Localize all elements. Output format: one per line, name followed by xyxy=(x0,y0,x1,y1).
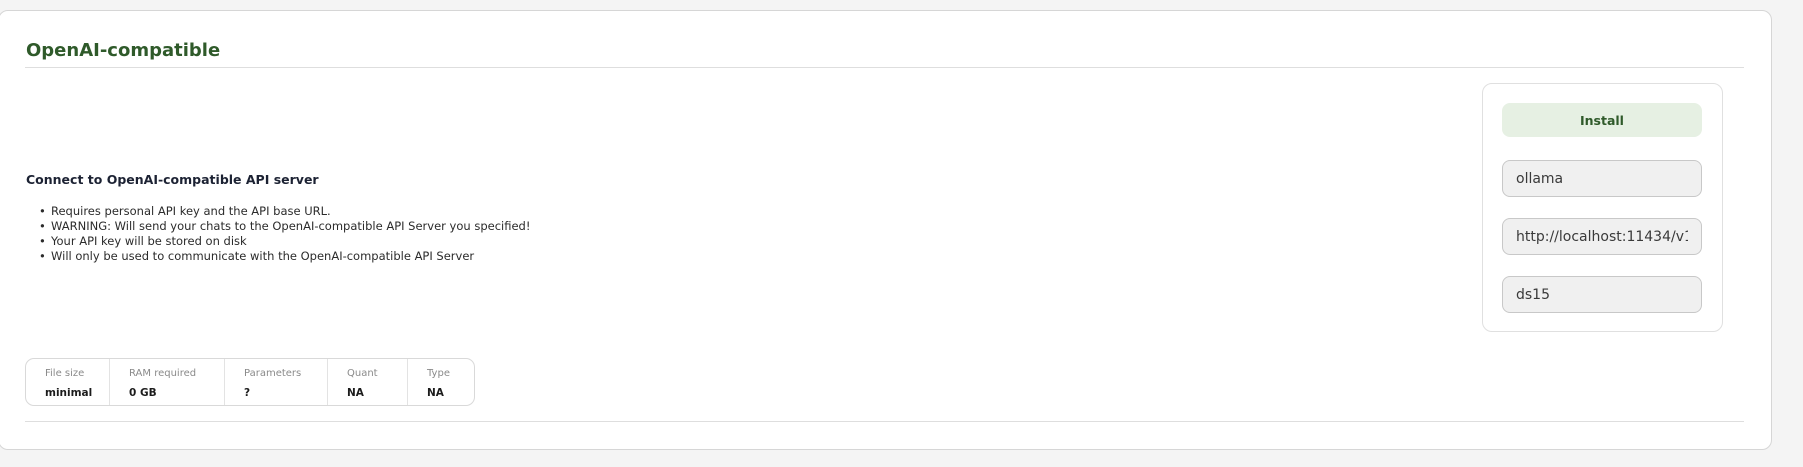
spec-label: Parameters xyxy=(244,368,302,379)
install-button[interactable]: Install xyxy=(1502,103,1702,137)
description-item: WARNING: Will send your chats to the Ope… xyxy=(39,219,530,234)
spec-value: 0 GB xyxy=(129,387,157,399)
title-divider xyxy=(25,67,1744,68)
install-panel: Install xyxy=(1482,83,1723,332)
description-list: Requires personal API key and the API ba… xyxy=(39,204,530,264)
spec-label: Quant xyxy=(347,368,378,379)
spec-label: Type xyxy=(427,368,450,379)
description-item: Your API key will be stored on disk xyxy=(39,234,530,249)
description-item: Requires personal API key and the API ba… xyxy=(39,204,530,219)
bottom-divider xyxy=(25,421,1744,422)
spec-type: Type NA xyxy=(408,359,474,405)
model-specs-table: File size minimal RAM required 0 GB Para… xyxy=(25,358,475,406)
spec-file-size: File size minimal xyxy=(26,359,110,405)
model-card: OpenAI-compatible Connect to OpenAI-comp… xyxy=(0,10,1772,450)
spec-value: minimal xyxy=(45,387,93,399)
base-url-field[interactable] xyxy=(1502,218,1702,255)
spec-ram-required: RAM required 0 GB xyxy=(110,359,225,405)
spec-parameters: Parameters ? xyxy=(225,359,328,405)
spec-label: File size xyxy=(45,368,85,379)
description-item: Will only be used to communicate with th… xyxy=(39,249,530,264)
spec-value: NA xyxy=(427,387,444,399)
description-heading: Connect to OpenAI-compatible API server xyxy=(26,172,319,187)
model-name-field[interactable] xyxy=(1502,276,1702,313)
spec-label: RAM required xyxy=(129,368,197,379)
spec-value: NA xyxy=(347,387,364,399)
spec-value: ? xyxy=(244,387,251,399)
section-title: OpenAI-compatible xyxy=(26,40,221,61)
spec-quant: Quant NA xyxy=(328,359,408,405)
api-key-field[interactable] xyxy=(1502,160,1702,197)
